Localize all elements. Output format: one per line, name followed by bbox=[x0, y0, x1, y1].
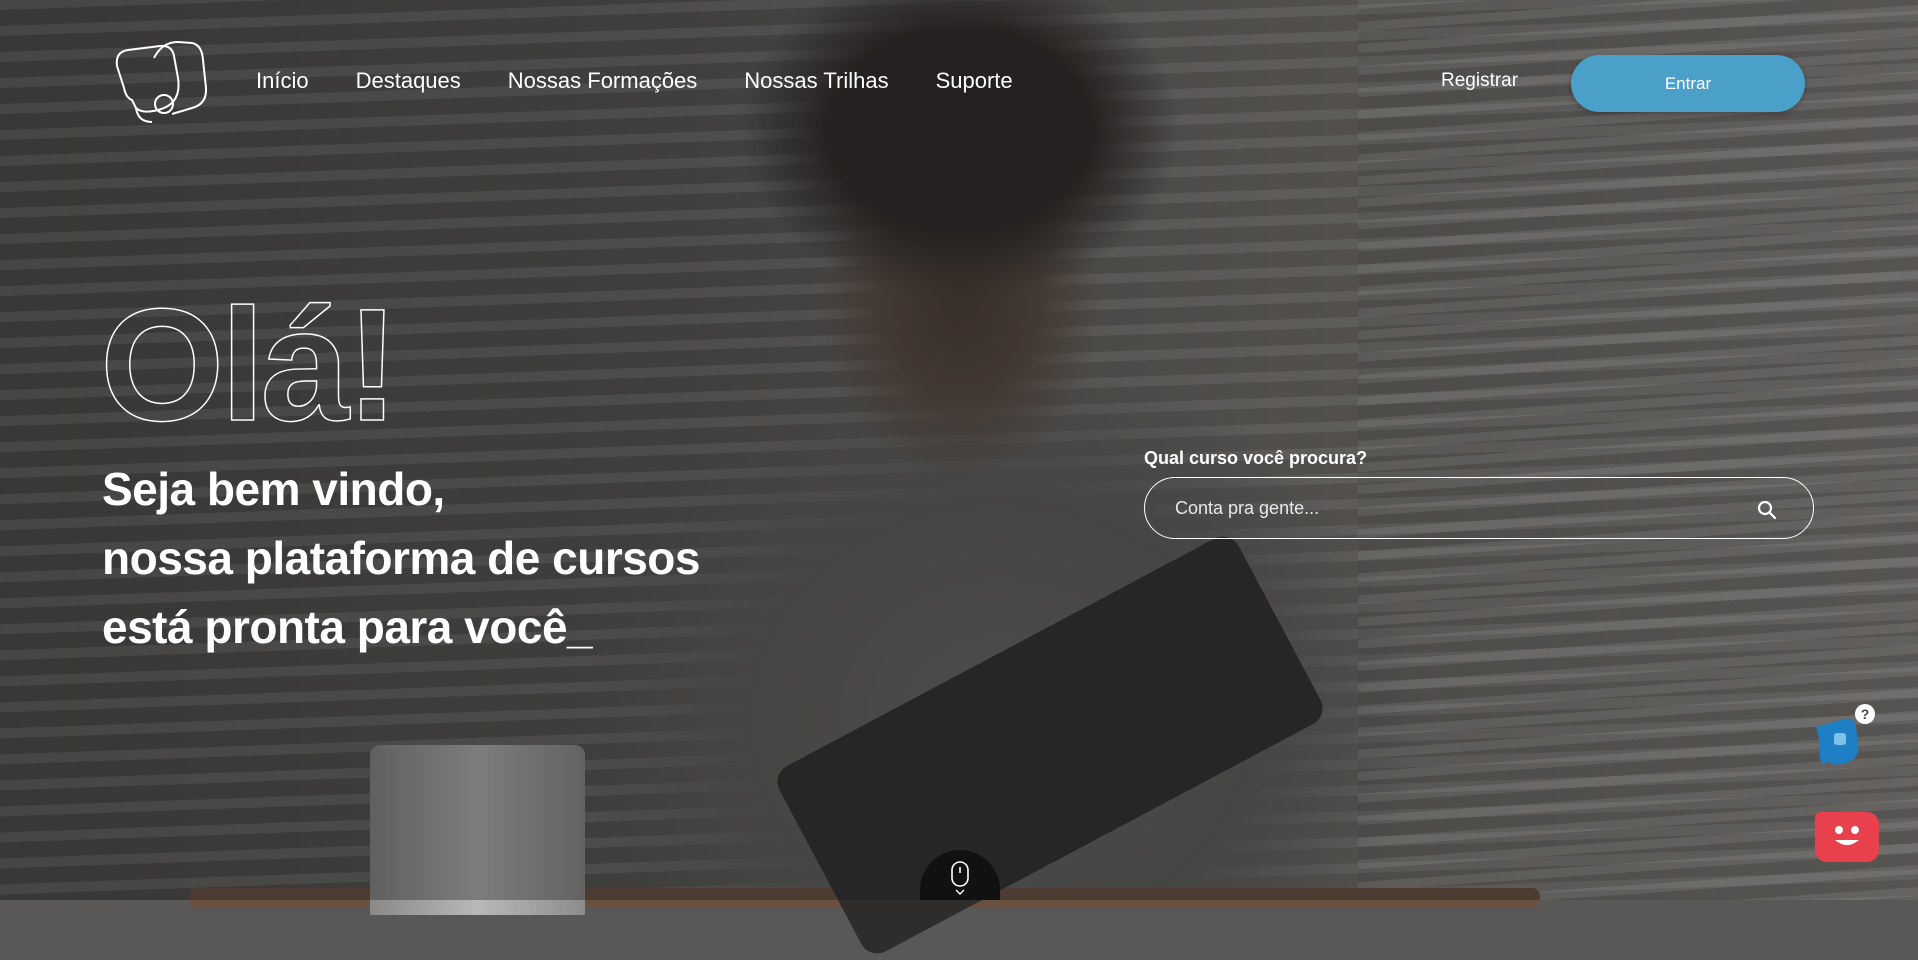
welcome-message: Seja bem vindo, nossa plataforma de curs… bbox=[102, 455, 700, 662]
nav-item-formacoes[interactable]: Nossas Formações bbox=[508, 68, 698, 94]
help-widget[interactable]: ? bbox=[1812, 703, 1878, 775]
nav-item-inicio[interactable]: Início bbox=[256, 68, 309, 94]
logo-icon[interactable] bbox=[112, 38, 212, 130]
nav-item-destaques[interactable]: Destaques bbox=[356, 68, 461, 94]
search-input[interactable] bbox=[1173, 496, 1737, 520]
welcome-line: está pronta para você_ bbox=[102, 601, 593, 653]
scroll-indicator[interactable] bbox=[920, 850, 1000, 900]
welcome-line: Seja bem vindo, bbox=[102, 463, 445, 515]
greeting-heading: Olá! bbox=[100, 292, 440, 432]
welcome-line: nossa plataforma de cursos bbox=[102, 532, 700, 584]
site-header: Início Destaques Nossas Formações Nossas… bbox=[0, 0, 1918, 170]
register-link[interactable]: Registrar bbox=[1441, 70, 1518, 92]
chat-widget[interactable] bbox=[1815, 812, 1879, 862]
mouse-scroll-icon bbox=[951, 861, 969, 895]
help-badge: ? bbox=[1861, 706, 1870, 722]
nav-item-trilhas[interactable]: Nossas Trilhas bbox=[744, 68, 888, 94]
search-icon[interactable] bbox=[1755, 498, 1779, 522]
main-nav: Início Destaques Nossas Formações Nossas… bbox=[256, 68, 1060, 94]
nav-item-suporte[interactable]: Suporte bbox=[936, 68, 1013, 94]
search-box bbox=[1144, 477, 1814, 539]
search-label: Qual curso você procura? bbox=[1144, 448, 1368, 468]
greeting-text: Olá! bbox=[100, 292, 395, 432]
chat-icon bbox=[1835, 826, 1859, 845]
enter-button[interactable]: Entrar bbox=[1571, 55, 1805, 112]
